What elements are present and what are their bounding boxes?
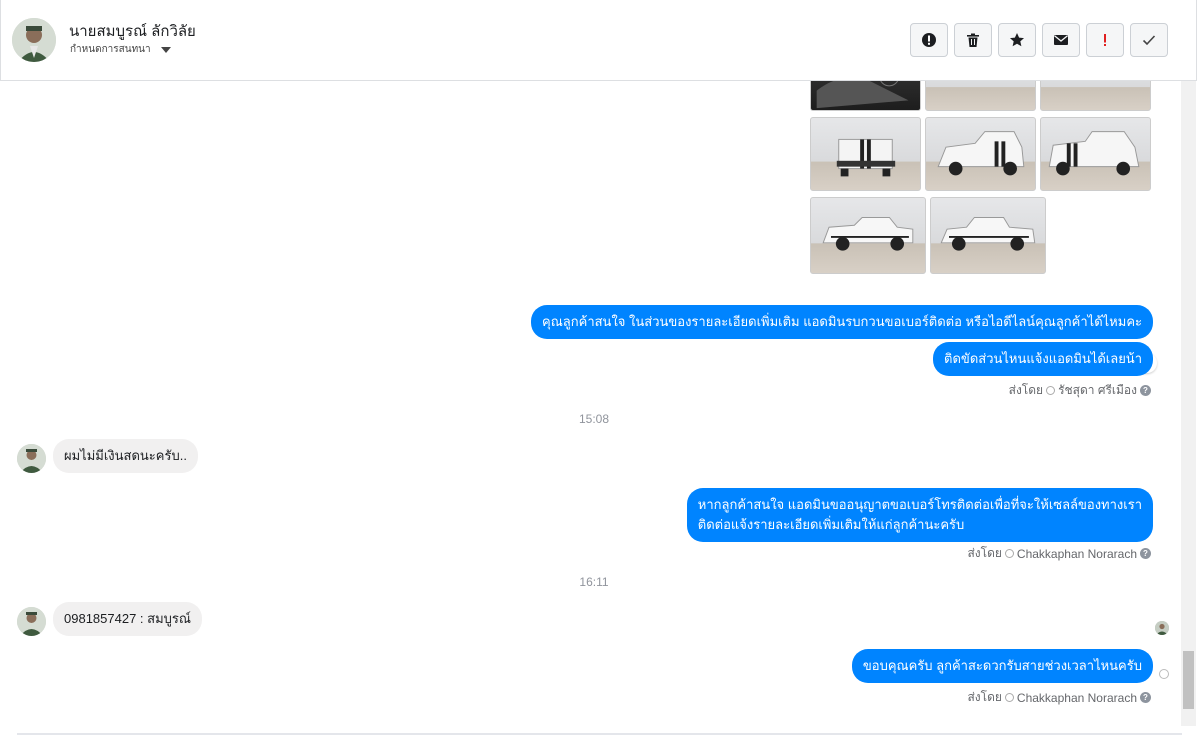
sent-by-prefix: ส่งโดย: [1008, 383, 1044, 397]
mark-unread-button[interactable]: [1042, 23, 1080, 57]
assign-label: กำหนดการสนทนา: [70, 44, 151, 55]
message-text: ติดต่อแจ้งรายละเอียดเพิ่มเติมให้แก่ลูกค้…: [697, 517, 965, 532]
star-button[interactable]: [998, 23, 1036, 57]
timestamp: 15:08: [578, 412, 610, 426]
shared-photo[interactable]: [810, 81, 921, 111]
sender-name: รัชสุดา ศรีเมือง: [1058, 383, 1137, 397]
message-thread: 👍 1 คุณลูกค้าสนใจ ในส่วนของรายละเอียดเพิ…: [0, 81, 1180, 737]
sent-by-label: ส่งโดย Chakkaphan Norarach ?: [967, 544, 1151, 563]
mark-done-button[interactable]: [1130, 23, 1168, 57]
star-icon: [1010, 33, 1024, 47]
exclamation-circle-icon: [922, 33, 936, 47]
shared-photo[interactable]: [810, 197, 926, 274]
sent-by-label: ส่งโดย Chakkaphan Norarach ?: [967, 688, 1151, 707]
delete-button[interactable]: [954, 23, 992, 57]
scrollbar-thumb[interactable]: [1183, 651, 1194, 709]
incoming-message[interactable]: 0981857427 : สมบูรณ์: [53, 602, 202, 636]
help-icon[interactable]: ?: [1140, 548, 1151, 559]
message-text: ผมไม่มีเงินสดนะครับ..: [64, 448, 187, 463]
status-dot-icon: [1004, 549, 1014, 558]
outgoing-message[interactable]: ขอบคุณครับ ลูกค้าสะดวกรับสายช่วงเวลาไหนค…: [851, 649, 1153, 683]
status-dot-icon: [1046, 386, 1056, 395]
shared-photo[interactable]: [1040, 81, 1151, 111]
trash-icon: [967, 33, 979, 47]
outgoing-message[interactable]: ติดขัดส่วนไหนแจ้งแอดมินได้เลยน้า: [933, 342, 1153, 376]
status-dot-icon: [1004, 693, 1014, 702]
seen-avatar: [1155, 621, 1169, 635]
timestamp: 16:11: [579, 575, 609, 589]
follow-up-button[interactable]: [1086, 23, 1124, 57]
contact-avatar[interactable]: [17, 607, 46, 636]
shared-photo[interactable]: [925, 117, 1036, 191]
contact-avatar[interactable]: [17, 444, 46, 473]
help-icon[interactable]: ?: [1140, 692, 1151, 703]
outgoing-message[interactable]: คุณลูกค้าสนใจ ในส่วนของรายละเอียดเพิ่มเต…: [531, 305, 1153, 339]
conversation-toolbar: [910, 23, 1168, 57]
outgoing-message[interactable]: หากลูกค้าสนใจ แอดมินขออนุญาตขอเบอร์โทรติ…: [686, 488, 1153, 542]
composer-divider: [17, 733, 1182, 735]
conversation-header: นายสมบูรณ์ ลักวิลัย กำหนดการสนทนา: [0, 0, 1197, 81]
sent-by-label: ส่งโดย รัชสุดา ศรีเมือง ?: [1009, 381, 1151, 400]
contact-avatar[interactable]: [12, 18, 56, 62]
help-icon[interactable]: ?: [1140, 385, 1151, 396]
contact-name[interactable]: นายสมบูรณ์ ลักวิลัย: [69, 19, 196, 43]
message-scrollbar[interactable]: [1181, 81, 1196, 726]
assign-conversation-dropdown[interactable]: กำหนดการสนทนา: [70, 42, 171, 57]
message-text: หากลูกค้าสนใจ แอดมินขออนุญาตขอเบอร์โทรติ…: [697, 497, 1142, 512]
exclamation-icon: [1104, 34, 1106, 46]
sent-by-prefix: ส่งโดย: [967, 690, 1002, 704]
message-text: คุณลูกค้าสนใจ ในส่วนของรายละเอียดเพิ่มเต…: [542, 314, 1142, 329]
incoming-message[interactable]: ผมไม่มีเงินสดนะครับ..: [53, 439, 198, 473]
shared-photo[interactable]: [930, 197, 1046, 274]
shared-photo[interactable]: [810, 117, 921, 191]
delivered-check-icon: [1159, 669, 1169, 679]
sender-name: Chakkaphan Norarach: [1016, 690, 1137, 705]
sent-by-prefix: ส่งโดย: [967, 546, 1002, 560]
shared-photo[interactable]: [925, 81, 1036, 111]
message-text: ขอบคุณครับ ลูกค้าสะดวกรับสายช่วงเวลาไหนค…: [862, 658, 1142, 673]
sender-name: Chakkaphan Norarach: [1016, 546, 1137, 561]
message-text: ติดขัดส่วนไหนแจ้งแอดมินได้เลยน้า: [944, 351, 1142, 366]
caret-down-icon: [160, 46, 171, 53]
mark-spam-button[interactable]: [910, 23, 948, 57]
envelope-icon: [1054, 35, 1068, 45]
check-icon: [1142, 35, 1156, 46]
message-text: 0981857427 : สมบูรณ์: [64, 611, 191, 626]
shared-photo[interactable]: [1040, 117, 1151, 191]
